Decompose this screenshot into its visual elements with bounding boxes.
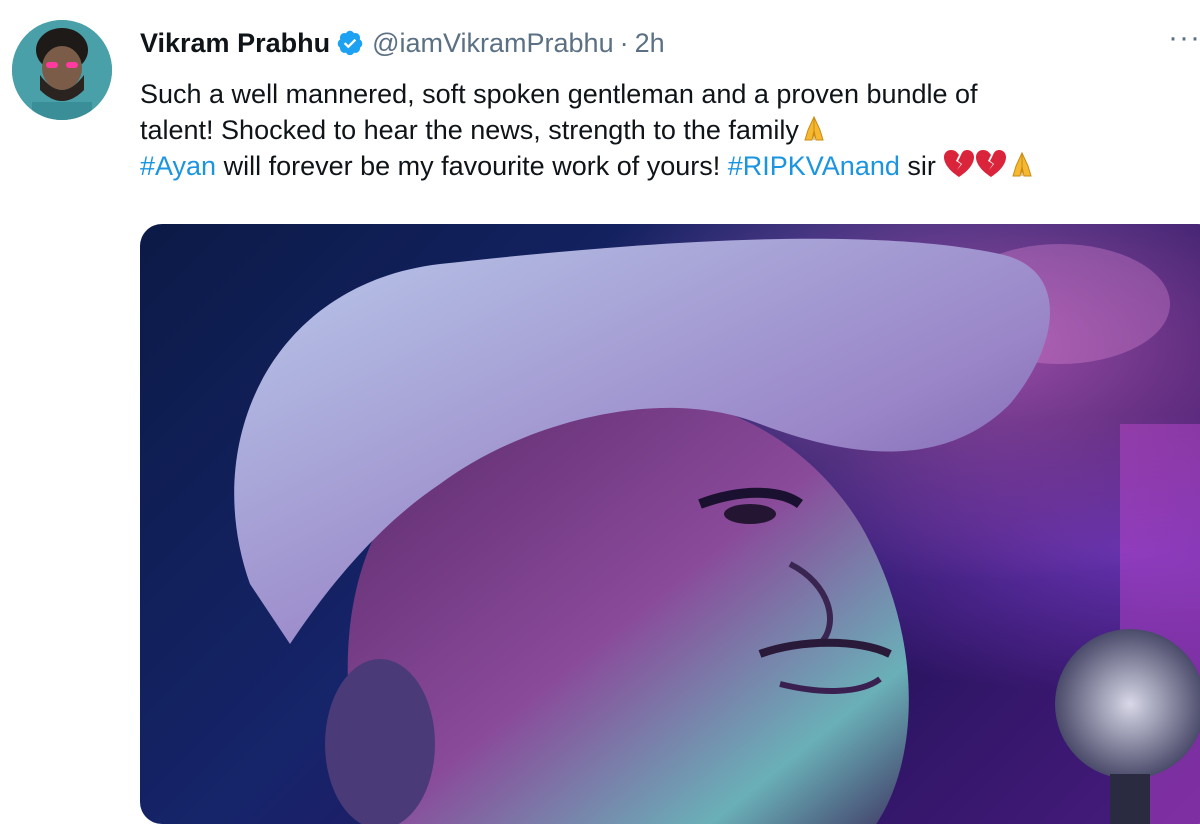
tweet-header: Vikram Prabhu @iamVikramPrabhu · 2h — [140, 26, 665, 60]
more-options-icon[interactable]: ··· — [1168, 23, 1200, 58]
folded-hands-emoji — [799, 113, 829, 152]
tweet-text: Such a well mannered, soft spoken gentle… — [140, 76, 1200, 184]
tweet-line-2: talent! Shocked to hear the news, streng… — [140, 112, 1200, 148]
broken-heart-emoji — [943, 149, 975, 188]
hashtag-ripkvanand[interactable]: #RIPKVAnand — [728, 151, 900, 181]
tweet-line-2-text: talent! Shocked to hear the news, streng… — [140, 115, 799, 145]
folded-hands-emoji — [1007, 149, 1037, 188]
tweet-media-photo[interactable] — [140, 224, 1200, 824]
tweet-line-3: #Ayan will forever be my favourite work … — [140, 148, 1200, 184]
verified-badge-icon — [336, 29, 364, 57]
user-handle[interactable]: @iamVikramPrabhu — [372, 26, 614, 60]
separator-dot: · — [619, 28, 629, 58]
timestamp[interactable]: 2h — [635, 26, 665, 60]
avatar[interactable] — [12, 20, 112, 120]
display-name[interactable]: Vikram Prabhu — [140, 26, 330, 60]
tweet-line-3-end: sir — [899, 151, 944, 181]
tweet-line-3-mid: will forever be my favourite work of you… — [216, 151, 728, 181]
tweet-line-1: Such a well mannered, soft spoken gentle… — [140, 79, 978, 109]
broken-heart-emoji — [975, 149, 1007, 188]
hashtag-ayan[interactable]: #Ayan — [140, 151, 216, 181]
